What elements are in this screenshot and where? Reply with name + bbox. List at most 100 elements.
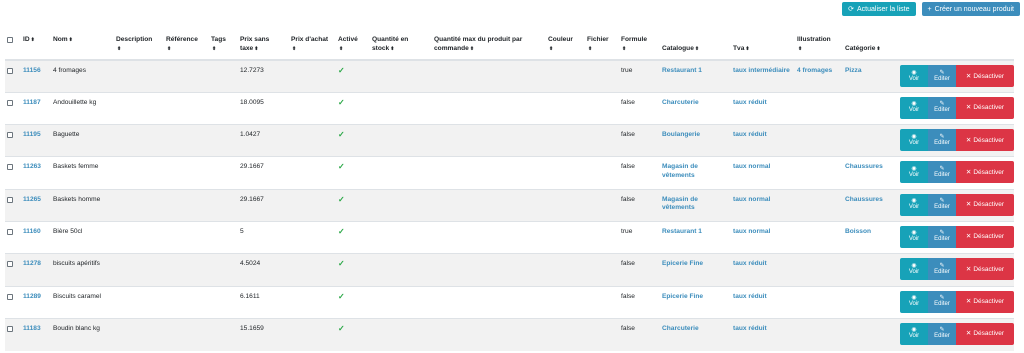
column-nom[interactable]: Nom⬍ [51,31,114,61]
table-row: 11289 Biscuits caramel 6.1611 ✓ false Ep… [5,286,1014,318]
row-checkbox[interactable] [7,99,13,106]
deactivate-button[interactable]: ✕ Désactiver [956,225,1014,248]
edit-button[interactable]: ✎ Editer [928,290,956,313]
row-categorie-link[interactable]: Chaussures [845,163,883,170]
row-tva-link[interactable]: taux réduit [733,99,767,106]
deactivate-button[interactable]: ✕ Désactiver [956,129,1014,152]
row-actions: ◉ Voir ✎ Editer ✕ Désactiver [896,129,1014,152]
column-prix-achat[interactable]: Prix d'achat ⬍ [289,31,336,61]
column-catalogue[interactable]: Catalogue⬍ [660,31,731,61]
column-illustration[interactable]: Illustration ⬍ [795,31,843,61]
edit-button[interactable]: ✎ Editer [928,161,956,184]
row-catalogue-link[interactable]: Epicerie Fine [662,260,703,267]
row-checkbox[interactable] [7,132,13,139]
row-categorie-link[interactable]: Pizza [845,67,862,74]
column-quantite-stock[interactable]: Quantité en stock⬍ [370,31,432,61]
row-prix-achat [289,253,336,287]
row-actions: ◉ Voir ✎ Editer ✕ Désactiver [896,96,1014,119]
deactivate-label: Désactiver [973,233,1005,241]
deactivate-button[interactable]: ✕ Désactiver [956,258,1014,281]
row-id-link[interactable]: 11195 [23,131,41,138]
row-checkbox[interactable] [7,196,13,203]
refresh-list-button[interactable]: ⟳ Actualiser la liste [842,2,916,16]
refresh-label: Actualiser la liste [856,5,910,13]
row-formule: false [621,324,635,332]
edit-button[interactable]: ✎ Editer [928,129,956,152]
edit-button[interactable]: ✎ Editer [928,193,956,216]
row-id-link[interactable]: 11187 [23,99,41,106]
column-quantite-max[interactable]: Quantité max du produit par commande⬍ [432,31,546,61]
deactivate-button[interactable]: ✕ Désactiver [956,322,1014,345]
column-couleur[interactable]: Couleur ⬍ [546,31,585,61]
edit-button[interactable]: ✎ Editer [928,96,956,119]
view-button[interactable]: ◉ Voir [900,65,928,87]
select-all-checkbox[interactable] [7,37,13,43]
row-quantite-stock [370,60,432,93]
view-button[interactable]: ◉ Voir [900,258,928,281]
view-button[interactable]: ◉ Voir [900,161,928,184]
row-id-link[interactable]: 11265 [23,196,41,203]
row-checkbox[interactable] [7,261,13,268]
row-id-link[interactable]: 11160 [23,228,41,235]
row-tva-link[interactable]: taux normal [733,228,770,235]
column-id[interactable]: ID⬍ [21,31,51,61]
row-tva-link[interactable]: taux normal [733,196,770,203]
row-tva-link[interactable]: taux intermédiaire [733,67,790,74]
deactivate-button[interactable]: ✕ Désactiver [956,290,1014,313]
row-fichier [585,92,619,124]
row-checkbox[interactable] [7,228,13,235]
row-checkbox[interactable] [7,68,13,74]
edit-button[interactable]: ✎ Editer [928,258,956,281]
row-catalogue-link[interactable]: Restaurant 1 [662,228,702,235]
row-id-link[interactable]: 11289 [23,293,41,300]
row-id-link[interactable]: 11278 [23,260,41,267]
view-button[interactable]: ◉ Voir [900,225,928,248]
row-tva-link[interactable]: taux réduit [733,131,767,138]
row-catalogue-link[interactable]: Magasin de vêtements [662,196,698,212]
view-button[interactable]: ◉ Voir [900,290,928,313]
deactivate-button[interactable]: ✕ Désactiver [956,193,1014,216]
row-prix-achat [289,157,336,189]
edit-button[interactable]: ✎ Editer [928,225,956,248]
row-catalogue-link[interactable]: Charcuterie [662,99,699,106]
row-quantite-max [432,60,546,93]
view-button[interactable]: ◉ Voir [900,193,928,216]
column-formule[interactable]: Formule ⬍ [619,31,660,61]
view-button[interactable]: ◉ Voir [900,129,928,152]
row-categorie-link[interactable]: Chaussures [845,196,883,203]
create-product-button[interactable]: + Créer un nouveau produit [921,2,1020,16]
select-all-header[interactable] [5,31,21,61]
row-id-link[interactable]: 11263 [23,163,41,170]
row-checkbox[interactable] [7,164,13,171]
column-fichier[interactable]: Fichier ⬍ [585,31,619,61]
column-prix-sans-taxe[interactable]: Prix sans taxe⬍ [238,31,289,61]
row-catalogue-link[interactable]: Charcuterie [662,325,699,332]
row-catalogue-link[interactable]: Epicerie Fine [662,293,703,300]
deactivate-button[interactable]: ✕ Désactiver [956,96,1014,119]
row-id-link[interactable]: 11183 [23,325,41,332]
column-description[interactable]: Description ⬍ [114,31,164,61]
edit-button[interactable]: ✎ Editer [928,65,956,87]
edit-button[interactable]: ✎ Editer [928,322,956,345]
row-tva-link[interactable]: taux normal [733,163,770,170]
deactivate-button[interactable]: ✕ Désactiver [956,161,1014,184]
row-categorie-link[interactable]: Boisson [845,228,871,235]
view-button[interactable]: ◉ Voir [900,96,928,119]
row-tva-link[interactable]: taux réduit [733,325,767,332]
row-catalogue-link[interactable]: Restaurant 1 [662,67,702,74]
row-tva-link[interactable]: taux réduit [733,260,767,267]
row-illustration-link[interactable]: 4 fromages [797,67,832,74]
row-checkbox[interactable] [7,293,13,300]
view-button[interactable]: ◉ Voir [900,322,928,345]
column-reference[interactable]: Référence ⬍ [164,31,209,61]
column-active[interactable]: Activé ⬍ [336,31,370,61]
column-categorie[interactable]: Catégorie⬍ [843,31,896,61]
row-catalogue-link[interactable]: Magasin de vêtements [662,163,698,179]
row-catalogue-link[interactable]: Boulangerie [662,131,700,138]
row-tva-link[interactable]: taux réduit [733,293,767,300]
column-tva[interactable]: Tva⬍ [731,31,795,61]
column-tags[interactable]: Tags ⬍ [209,31,238,61]
row-id-link[interactable]: 11156 [23,67,41,74]
row-checkbox[interactable] [7,325,13,332]
deactivate-button[interactable]: ✕ Désactiver [956,65,1014,87]
